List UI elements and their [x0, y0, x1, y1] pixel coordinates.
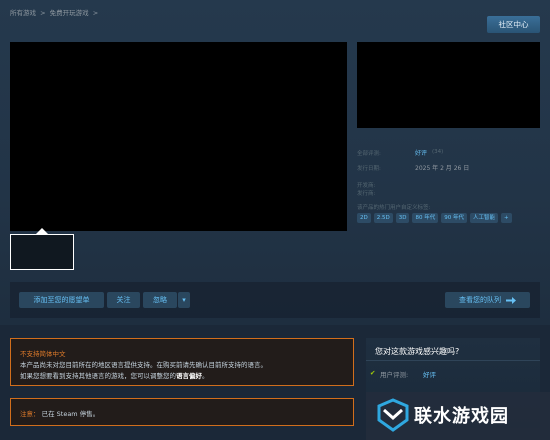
- breadcrumb-all-games[interactable]: 所有游戏: [10, 9, 36, 17]
- tag-ai[interactable]: 人工智能: [469, 213, 498, 223]
- ignore-button[interactable]: 忽略: [143, 292, 177, 308]
- divider: [366, 360, 540, 361]
- view-queue-label: 查看您的队列: [459, 296, 501, 304]
- media-thumbnail[interactable]: [10, 234, 74, 270]
- language-preference-text: 如果您想要看到支持其他语言的游戏，您可以调整您的语言偏好。: [20, 370, 209, 380]
- delisted-notice: 注意： 已在 Steam 停售。: [20, 408, 99, 418]
- breadcrumb-separator: >: [40, 9, 46, 17]
- language-preference-suffix: 。: [202, 372, 209, 380]
- follow-button[interactable]: 关注: [107, 292, 140, 308]
- add-to-wishlist-button[interactable]: 添加至您的愿望单: [19, 292, 104, 308]
- breadcrumb-separator: >: [92, 9, 99, 17]
- language-warning-title: 不支持简体中文: [20, 350, 66, 358]
- queue-arrow-icon: [506, 296, 516, 304]
- language-warning-text: 本产品尚未对您目前所在的地区语言提供支持。在购买前请先确认目前所支持的语言。: [20, 361, 267, 369]
- language-preference-link[interactable]: 语言偏好: [176, 372, 202, 380]
- tag-2-5d[interactable]: 2.5D: [373, 213, 393, 223]
- chevron-down-icon: ▾: [182, 296, 186, 304]
- tag-3d[interactable]: 3D: [395, 213, 410, 223]
- view-queue-button[interactable]: 查看您的队列: [445, 292, 530, 308]
- watermark-logo-icon: [377, 398, 409, 432]
- user-review-label: 用户评测:: [380, 371, 409, 379]
- notice-label: 注意：: [20, 410, 40, 418]
- breadcrumb-free-to-play[interactable]: 免费开玩游戏: [50, 9, 89, 17]
- tags-label: 该产品的热门用户自定义标签:: [357, 205, 431, 211]
- tag-90s[interactable]: 90 年代: [441, 213, 467, 223]
- reviews-label: 全部评测:: [357, 151, 381, 157]
- interest-title: 您对这款游戏感兴趣吗?: [375, 347, 460, 356]
- tag-2d[interactable]: 2D: [357, 213, 371, 223]
- publisher-label: 发行商:: [357, 191, 376, 197]
- delisted-notice-box: 注意： 已在 Steam 停售。: [10, 398, 354, 426]
- ignore-dropdown-button[interactable]: ▾: [178, 292, 190, 308]
- community-hub-button[interactable]: 社区中心: [487, 16, 540, 33]
- tag-80s[interactable]: 80 年代: [412, 213, 439, 223]
- reviews-value[interactable]: 好评: [415, 148, 427, 157]
- release-date-value: 2025 年 2 月 26 日: [415, 165, 470, 172]
- media-player[interactable]: [10, 42, 347, 231]
- tag-list: 2D 2.5D 3D 80 年代 90 年代 人工智能 +: [357, 213, 512, 223]
- user-review-value[interactable]: 好评: [423, 369, 436, 379]
- header-capsule-image: [357, 42, 540, 128]
- watermark-overlay: 联水游戏园: [366, 392, 550, 440]
- notice-text: 已在 Steam 停售。: [41, 410, 100, 418]
- release-date-label: 发行日期:: [357, 166, 381, 172]
- language-warning-box: 不支持简体中文 本产品尚未对您目前所在的地区语言提供支持。在购买前请先确认目前所…: [10, 338, 354, 386]
- watermark-text: 联水游戏园: [414, 406, 509, 427]
- developer-label: 开发商:: [357, 183, 376, 189]
- tag-more-button[interactable]: +: [500, 213, 512, 223]
- reviews-count: (34): [432, 149, 444, 155]
- breadcrumb: 所有游戏 > 免费开玩游戏 >: [10, 7, 100, 17]
- checkmark-icon: ✔: [370, 369, 376, 377]
- language-preference-prefix: 如果您想要看到支持其他语言的游戏，您可以调整您的: [20, 372, 176, 380]
